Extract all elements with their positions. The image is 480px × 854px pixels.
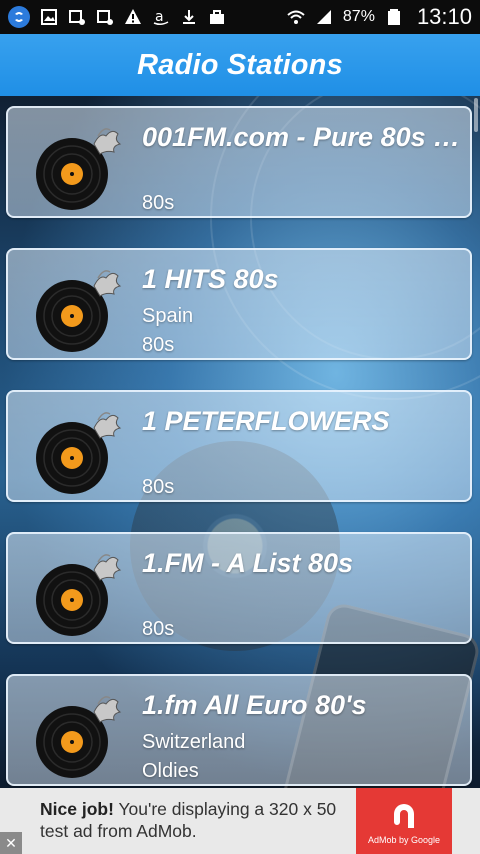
admob-icon bbox=[394, 803, 414, 828]
app-bar: Radio Stations bbox=[0, 34, 480, 96]
station-genre: 80s bbox=[142, 476, 175, 498]
station-name: 001FM.com - Pure 80s Radio bbox=[142, 122, 462, 152]
station-country: Spain bbox=[142, 305, 194, 327]
station-genre: 80s bbox=[142, 192, 175, 214]
ad-banner[interactable]: Nice job! You're displaying a 320 x 50 t… bbox=[0, 788, 480, 854]
station-genre: 80s bbox=[142, 334, 175, 356]
vinyl-record-icon bbox=[36, 412, 122, 494]
scrollbar[interactable] bbox=[474, 98, 478, 132]
vinyl-record-icon bbox=[36, 128, 122, 210]
page-title: Radio Stations bbox=[137, 48, 343, 81]
image-alert-icon bbox=[68, 8, 86, 26]
image-alert-icon-2 bbox=[96, 8, 114, 26]
vinyl-record-icon bbox=[36, 270, 122, 352]
station-name: 1.FM - A List 80s bbox=[142, 548, 354, 578]
svg-text:a: a bbox=[155, 9, 164, 25]
battery-percent: 87% bbox=[342, 8, 375, 25]
status-bar: a 87% 13:10 bbox=[0, 0, 480, 34]
station-name: 1.fm All Euro 80's bbox=[142, 690, 367, 720]
warning-icon bbox=[124, 8, 142, 26]
battery-icon bbox=[385, 8, 403, 26]
wifi-icon bbox=[287, 8, 305, 26]
ad-bold-text: Nice job! bbox=[40, 799, 114, 819]
vinyl-record-icon bbox=[36, 554, 122, 636]
station-item[interactable]: 1 HITS 80s Spain 80s bbox=[6, 248, 472, 360]
clock: 13:10 bbox=[416, 4, 472, 29]
admob-logo[interactable]: AdMob by Google bbox=[356, 788, 452, 854]
station-genre: 80s bbox=[142, 618, 175, 640]
station-item[interactable]: 001FM.com - Pure 80s Radio 80s bbox=[6, 106, 472, 218]
signal-icon bbox=[315, 8, 333, 26]
station-item[interactable]: 1 PETERFLOWERS 80s bbox=[6, 390, 472, 502]
gallery-icon bbox=[40, 8, 58, 26]
amazon-icon: a bbox=[152, 8, 170, 26]
download-icon bbox=[180, 8, 198, 26]
samsung-icon bbox=[8, 6, 30, 28]
ad-text: Nice job! You're displaying a 320 x 50 t… bbox=[40, 798, 350, 842]
station-country: Switzerland bbox=[142, 731, 246, 753]
station-item[interactable]: 1.FM - A List 80s 80s bbox=[6, 532, 472, 644]
station-genre: Oldies bbox=[142, 760, 199, 782]
admob-logo-text: AdMob by Google bbox=[367, 834, 441, 845]
station-name: 1 HITS 80s bbox=[142, 264, 279, 294]
briefcase-icon bbox=[208, 8, 226, 26]
station-list-area[interactable]: 001FM.com - Pure 80s Radio 80s 1 HITS 80… bbox=[0, 96, 480, 788]
ad-close-button[interactable]: ✕ bbox=[0, 832, 22, 854]
station-name: 1 PETERFLOWERS bbox=[142, 406, 390, 436]
station-item[interactable]: 1.fm All Euro 80's Switzerland Oldies bbox=[6, 674, 472, 786]
vinyl-record-icon bbox=[36, 696, 122, 778]
